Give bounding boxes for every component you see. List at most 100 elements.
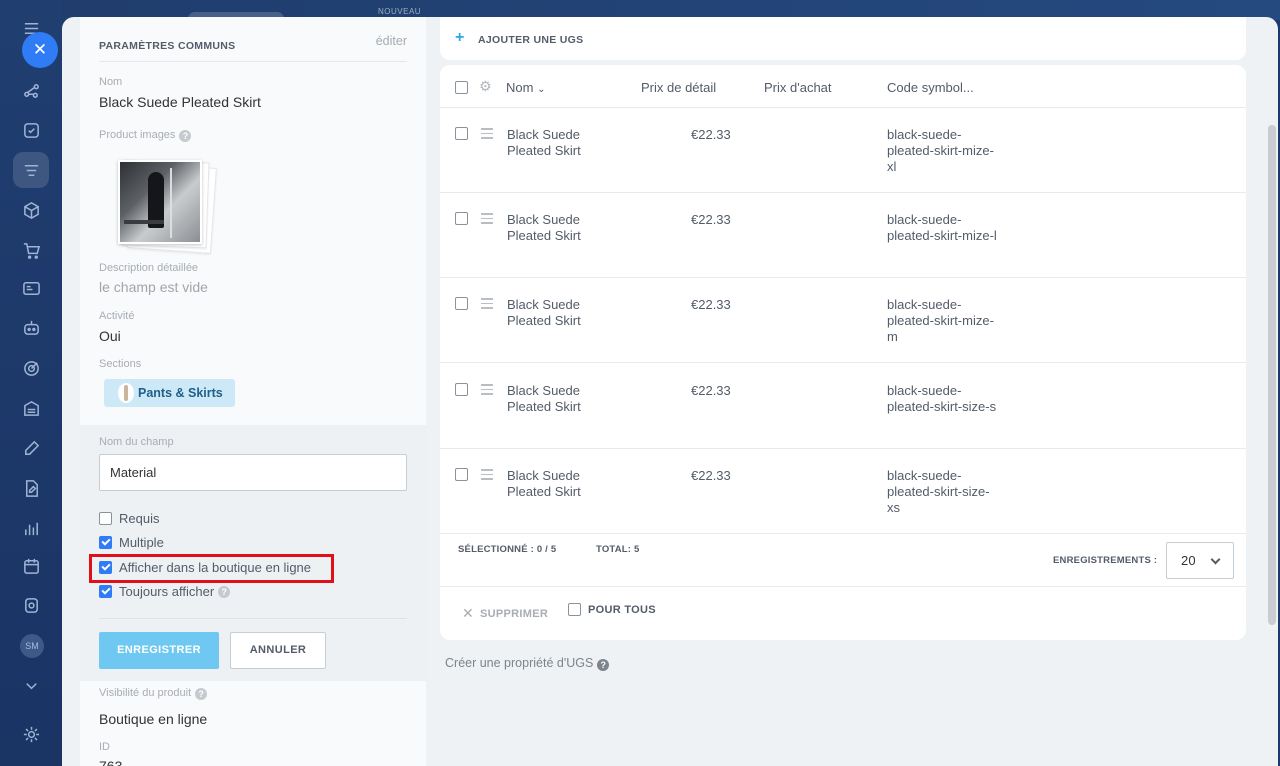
chevron-down-icon [1210, 554, 1221, 565]
required-option[interactable]: Requis [99, 511, 159, 526]
page-size-select[interactable]: 20 [1166, 542, 1234, 579]
flow-icon[interactable] [13, 72, 49, 108]
column-name-label: Nom [506, 80, 534, 95]
row-checkbox[interactable] [455, 468, 468, 481]
multiple-checkbox[interactable] [99, 536, 112, 549]
plus-icon: + [455, 29, 465, 46]
avatar[interactable]: SM [20, 634, 44, 658]
row-name[interactable]: Black Suede Pleated Skirt [507, 297, 617, 329]
select-all-checkbox[interactable] [455, 81, 468, 94]
gear-icon[interactable]: ⚙ [479, 78, 492, 95]
table-row[interactable]: Black Suede Pleated Skirt €22.33 black-s… [440, 193, 1246, 278]
create-sku-property-link[interactable]: Créer une propriété d'UGS? [445, 656, 610, 671]
create-sku-property-label: Créer une propriété d'UGS [445, 656, 594, 670]
row-checkbox[interactable] [455, 212, 468, 225]
table-row[interactable]: Black Suede Pleated Skirt €22.33 black-s… [440, 364, 1246, 449]
description-value: le champ est vide [99, 279, 208, 295]
row-price: €22.33 [691, 383, 731, 398]
cart-icon[interactable] [13, 232, 49, 268]
row-price: €22.33 [691, 297, 731, 312]
grid-actions: ✕ SUPPRIMER POUR TOUS [440, 597, 1246, 627]
save-button[interactable]: ENREGISTRER [99, 632, 219, 669]
add-sku-bar[interactable]: + AJOUTER UNE UGS [440, 17, 1246, 60]
product-photo[interactable] [118, 160, 202, 244]
row-code: black-suede-pleated-skirt-mize-xl [887, 127, 994, 174]
help-icon[interactable]: ? [218, 585, 231, 598]
calendar-icon[interactable] [13, 548, 49, 584]
pen-icon[interactable] [13, 430, 49, 466]
activity-value: Oui [99, 328, 121, 344]
help-icon[interactable]: ? [195, 688, 208, 700]
table-row[interactable]: Black Suede Pleated Skirt €22.33 black-s… [440, 449, 1246, 534]
document-edit-icon[interactable] [13, 470, 49, 506]
box-icon[interactable] [13, 192, 49, 228]
scrollbar[interactable] [1268, 125, 1276, 625]
cancel-button[interactable]: ANNULER [230, 632, 326, 669]
drag-handle-icon[interactable] [481, 298, 493, 312]
row-checkbox[interactable] [455, 127, 468, 140]
field-name-input[interactable]: Material [99, 454, 407, 491]
settings-icon[interactable] [13, 716, 49, 752]
row-checkbox[interactable] [455, 383, 468, 396]
shop-icon[interactable] [13, 587, 49, 623]
column-purchase-price[interactable]: Prix d'achat [764, 80, 832, 95]
grid-footer: SÉLECTIONNÉ : 0 / 5 TOTAL: 5 ENREGISTREM… [440, 535, 1246, 587]
table-row[interactable]: Black Suede Pleated Skirt €22.33 black-s… [440, 278, 1246, 363]
robot-icon[interactable] [13, 309, 49, 345]
multiple-option[interactable]: Multiple [99, 535, 164, 550]
edit-link[interactable]: éditer [376, 34, 407, 48]
chevron-down-icon: ⌄ [537, 84, 546, 95]
required-checkbox[interactable] [99, 512, 112, 525]
section-chip[interactable]: Pants & Skirts [104, 379, 235, 407]
drag-handle-icon[interactable] [481, 384, 493, 398]
table-row[interactable]: Black Suede Pleated Skirt €22.33 black-s… [440, 108, 1246, 193]
section-thumbnail [118, 383, 134, 403]
target-icon[interactable] [13, 350, 49, 386]
selected-count: SÉLECTIONNÉ : 0 / 5 [458, 544, 556, 555]
for-all-checkbox[interactable] [568, 603, 581, 616]
row-code: black-suede-pleated-skirt-mize-m [887, 297, 994, 344]
new-badge: NOUVEAU [378, 7, 422, 16]
drag-handle-icon[interactable] [481, 469, 493, 483]
id-value: 763 [99, 758, 123, 766]
column-code[interactable]: Code symbol... [887, 80, 974, 95]
delete-button[interactable]: ✕ SUPPRIMER [462, 605, 548, 622]
column-retail-price[interactable]: Prix de détail [641, 80, 716, 95]
catalog-icon[interactable] [13, 152, 49, 188]
row-name[interactable]: Black Suede Pleated Skirt [507, 383, 617, 415]
records-label: ENREGISTREMENTS : [1053, 555, 1158, 566]
row-name[interactable]: Black Suede Pleated Skirt [507, 127, 617, 159]
row-name[interactable]: Black Suede Pleated Skirt [507, 212, 617, 244]
for-all-option[interactable]: POUR TOUS [568, 603, 656, 616]
row-price: €22.33 [691, 212, 731, 227]
sections-label: Sections [99, 358, 142, 370]
activity-label: Activité [99, 310, 135, 322]
row-code: black-suede-pleated-skirt-mize-l [887, 212, 997, 243]
total-value: 5 [634, 544, 640, 555]
common-params-header: PARAMÈTRES COMMUNS éditer [99, 34, 407, 62]
photo-rack [170, 168, 172, 238]
always-show-checkbox[interactable] [99, 585, 112, 598]
drag-handle-icon[interactable] [481, 213, 493, 227]
chevron-down-icon[interactable] [13, 667, 49, 703]
close-icon[interactable]: ✕ [22, 32, 58, 68]
product-image-stack[interactable] [116, 155, 217, 254]
required-label: Requis [119, 511, 160, 526]
sku-grid: ⚙ Nom ⌄ Prix de détail Prix d'achat Code… [440, 65, 1246, 640]
field-editor: Nom du champ Material Requis Multiple Af… [80, 425, 426, 681]
always-show-option[interactable]: Toujours afficher ? [99, 584, 231, 599]
contact-card-icon[interactable] [13, 270, 49, 306]
selected-value: 0 / 5 [536, 544, 557, 555]
add-sku-button[interactable]: AJOUTER UNE UGS [478, 34, 583, 46]
section-chip-label: Pants & Skirts [138, 386, 223, 400]
column-name[interactable]: Nom ⌄ [506, 80, 545, 95]
drag-handle-icon[interactable] [481, 128, 493, 142]
help-icon[interactable]: ? [179, 130, 192, 142]
photo-table [124, 220, 164, 224]
storage-icon[interactable] [13, 390, 49, 426]
analytics-icon[interactable] [13, 510, 49, 546]
row-checkbox[interactable] [455, 297, 468, 310]
task-icon[interactable] [13, 112, 49, 148]
help-icon[interactable]: ? [597, 659, 610, 671]
row-name[interactable]: Black Suede Pleated Skirt [507, 468, 617, 500]
